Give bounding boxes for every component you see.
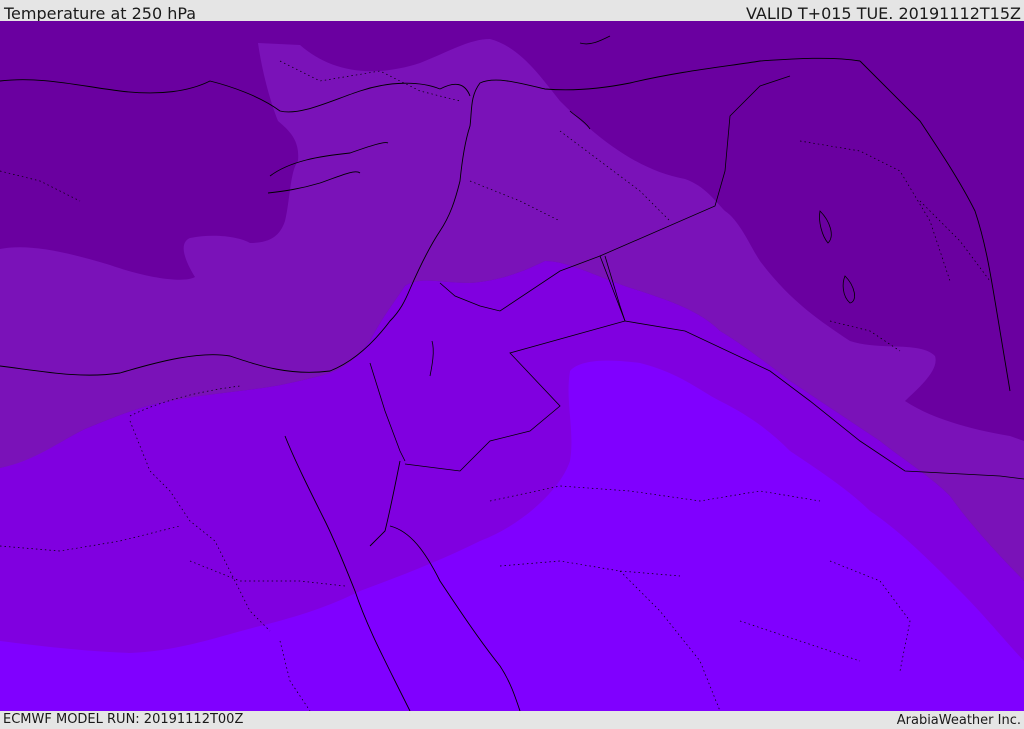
footer-bar: ECMWF MODEL RUN: 20191112T00Z ArabiaWeat… <box>0 711 1024 729</box>
map-svg <box>0 21 1024 711</box>
credit-label: ArabiaWeather Inc. <box>896 713 1021 728</box>
header-bar: Temperature at 250 hPa VALID T+015 TUE. … <box>0 0 1024 23</box>
model-run-label: ECMWF MODEL RUN: 20191112T00Z <box>3 712 244 727</box>
temperature-map <box>0 21 1024 711</box>
